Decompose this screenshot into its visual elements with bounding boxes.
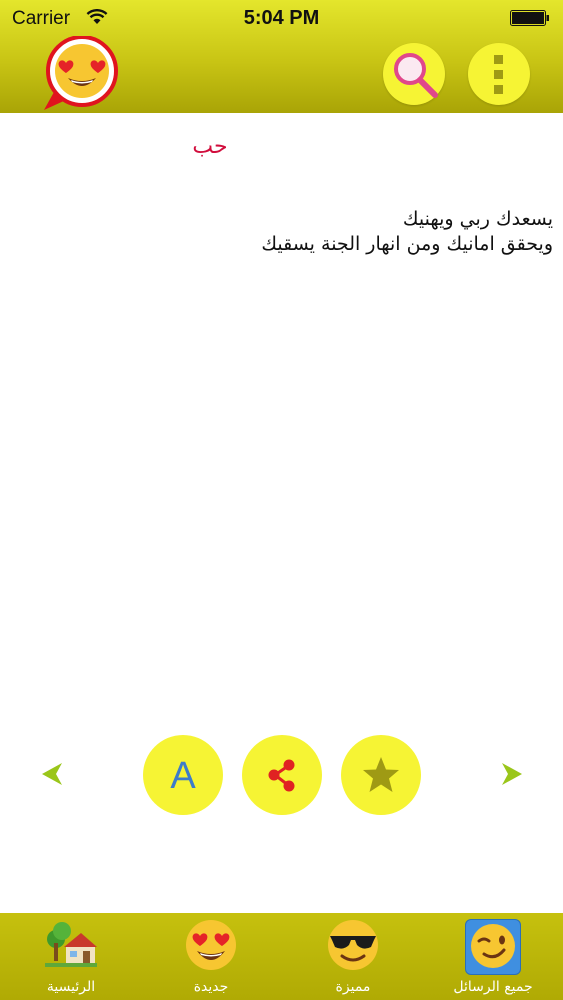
- share-icon: [268, 759, 295, 792]
- category-title: حب: [192, 134, 228, 159]
- font-size-button[interactable]: A: [143, 735, 223, 815]
- font-label: A: [170, 755, 196, 797]
- heart-eyes-chat-bubble-icon[interactable]: [42, 36, 122, 112]
- heart-eyes-icon: [186, 920, 236, 970]
- message-text: يسعدك ربي ويهنيك ويحقق امانيك ومن انهار …: [13, 207, 553, 257]
- arrow-right-icon[interactable]: [498, 760, 526, 788]
- tab-label: جميع الرسائل: [453, 979, 533, 995]
- favorite-button[interactable]: [341, 735, 421, 815]
- magnifier-icon: [394, 53, 438, 98]
- search-button[interactable]: [383, 43, 445, 105]
- house-icon: [45, 922, 97, 967]
- arrow-left-icon[interactable]: [38, 760, 66, 788]
- status-bar: Carrier 5:04 PM: [0, 0, 563, 36]
- tab-new[interactable]: جديدة: [146, 913, 276, 1000]
- tab-label: الرئيسية: [46, 979, 96, 995]
- tab-label: جديدة: [193, 979, 229, 995]
- app-header: Carrier 5:04 PM: [0, 0, 563, 113]
- tab-label: مميزة: [335, 979, 371, 995]
- battery-icon: [510, 10, 549, 26]
- status-time: 5:04 PM: [243, 7, 320, 29]
- vertical-dots-icon: [494, 55, 503, 94]
- tab-featured[interactable]: مميزة: [288, 913, 418, 1000]
- menu-button[interactable]: [468, 43, 530, 105]
- star-icon: [363, 757, 399, 792]
- message-line: يسعدك ربي ويهنيك: [402, 208, 553, 230]
- winking-face-icon: [471, 924, 515, 968]
- share-button[interactable]: [242, 735, 322, 815]
- message-line: ويحقق امانيك ومن انهار الجنة يسقيك: [261, 233, 553, 255]
- font-icon: A: [170, 755, 196, 797]
- tab-bar: الرئيسية جديدة مميزة جميع الرسائل: [0, 913, 563, 1000]
- tab-home[interactable]: الرئيسية: [6, 913, 136, 1000]
- tab-all-messages[interactable]: جميع الرسائل: [428, 913, 558, 1000]
- sunglasses-face-icon: [328, 920, 378, 970]
